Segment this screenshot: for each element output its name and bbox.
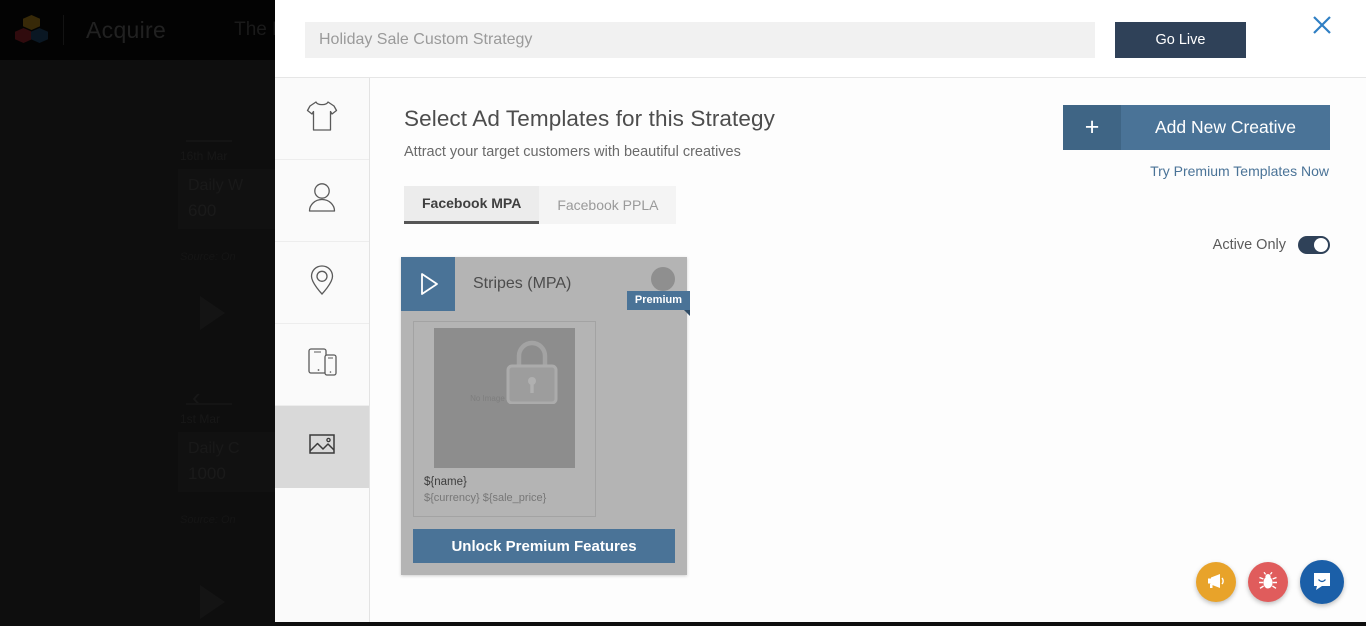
preview-image-placeholder: No Image Available [434, 328, 575, 468]
add-new-creative-button[interactable]: + Add New Creative [1063, 105, 1330, 150]
bug-icon [1257, 570, 1279, 595]
close-icon[interactable] [1305, 8, 1339, 42]
megaphone-icon [1205, 570, 1227, 595]
ad-templates-modal: Go Live [275, 0, 1366, 622]
announcement-fab[interactable] [1196, 562, 1236, 602]
preview-price-token: ${currency} ${sale_price} [424, 492, 547, 504]
circle-menu-icon[interactable] [651, 267, 675, 291]
person-icon [302, 178, 342, 223]
chat-fab[interactable] [1300, 560, 1344, 604]
active-only-label: Active Only [1212, 237, 1286, 253]
toggle-knob [1314, 238, 1328, 252]
devices-icon [301, 342, 343, 387]
image-icon [302, 424, 342, 469]
template-card-header: Stripes (MPA) Premium [401, 257, 691, 316]
icon-rail [275, 78, 370, 622]
unlock-premium-features-button[interactable]: Unlock Premium Features [413, 529, 675, 563]
sidebar-item-placements[interactable] [275, 324, 369, 406]
tab-facebook-mpa[interactable]: Facebook MPA [404, 186, 540, 224]
template-card-title: Stripes (MPA) [473, 275, 572, 292]
active-only-toggle[interactable] [1298, 236, 1330, 254]
location-pin-icon [302, 260, 342, 305]
sidebar-item-locations[interactable] [275, 242, 369, 324]
play-triangle-icon[interactable] [401, 257, 455, 311]
preview-meta: ${name} ${currency} ${sale_price} [414, 468, 595, 516]
tab-facebook-ppla[interactable]: Facebook PPLA [539, 186, 677, 224]
plus-icon: + [1063, 105, 1121, 150]
sidebar-item-audience[interactable] [275, 160, 369, 242]
add-new-creative-label: Add New Creative [1154, 117, 1297, 137]
sidebar-item-creatives[interactable] [275, 406, 369, 488]
no-image-text: No Image Available [470, 393, 539, 403]
sidebar-item-products[interactable] [275, 78, 369, 160]
template-card[interactable]: Stripes (MPA) Premium No Image Available [401, 257, 691, 575]
floating-action-buttons [1196, 560, 1344, 604]
active-only-control: Active Only [1213, 236, 1330, 254]
try-premium-templates-link[interactable]: Try Premium Templates Now [1150, 163, 1329, 179]
strategy-name-input[interactable] [305, 22, 1095, 58]
preview-name-token: ${name} [424, 476, 467, 488]
tshirt-icon [302, 96, 342, 141]
modal-top-bar: Go Live [275, 0, 1366, 78]
chat-bubble-icon [1310, 569, 1334, 596]
report-bug-fab[interactable] [1248, 562, 1288, 602]
template-type-tabs: Facebook MPA Facebook PPLA [404, 186, 677, 224]
main-pane: Select Ad Templates for this Strategy At… [370, 78, 1366, 622]
modal-body: Select Ad Templates for this Strategy At… [275, 78, 1366, 622]
premium-badge: Premium [626, 291, 691, 316]
template-preview: No Image Available ${name} ${currency} $… [413, 321, 596, 517]
go-live-button[interactable]: Go Live [1115, 22, 1246, 58]
